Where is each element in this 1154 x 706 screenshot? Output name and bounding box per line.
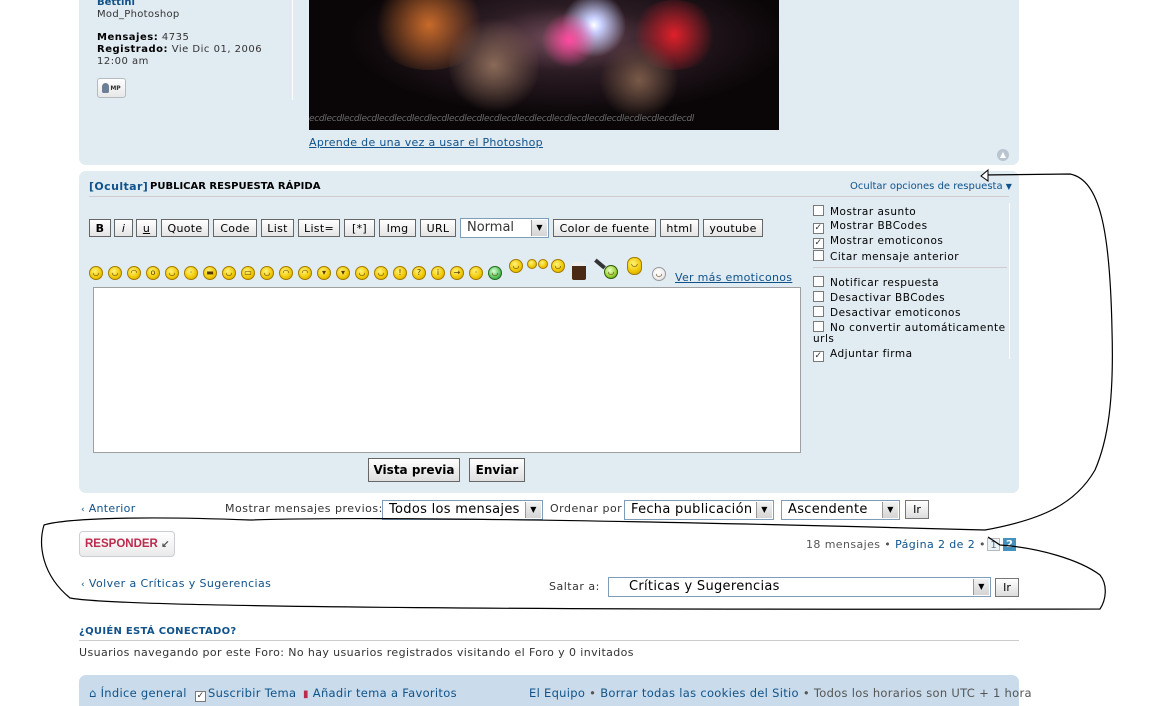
annotation-path — [41, 173, 1113, 610]
cursor-icon — [980, 168, 989, 182]
annotation-scribble — [41, 168, 1113, 610]
